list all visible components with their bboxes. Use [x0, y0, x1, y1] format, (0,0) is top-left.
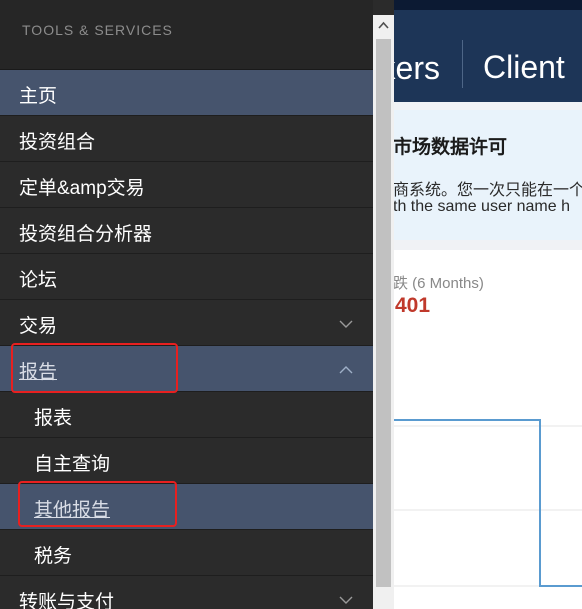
- notice-title: 市场数据许可: [393, 137, 508, 158]
- sidebar-item-label: 投资组合: [19, 132, 96, 153]
- sidebar-title: TOOLS & SERVICES: [22, 22, 173, 38]
- sidebar-item-label: 定单&amp交易: [19, 178, 145, 199]
- chevron-down-icon: [339, 320, 353, 328]
- sidebar-item-label: 投资组合分析器: [19, 224, 153, 245]
- sidebar-item-label: 转账与支付: [19, 592, 115, 609]
- sidebar-item-portfolio-analyzer[interactable]: 投资组合分析器: [0, 208, 373, 254]
- highlight-reports: [11, 343, 178, 393]
- tools-services-sidebar: TOOLS & SERVICES 主页 投资组合 定单&amp交易 投资组合分析…: [0, 0, 394, 609]
- notice-text-line: th the same user name h: [393, 198, 570, 215]
- sidebar-item-orders-trades[interactable]: 定单&amp交易: [0, 162, 373, 208]
- chevron-down-icon: [339, 596, 353, 604]
- sidebar-item-home[interactable]: 主页: [0, 70, 373, 116]
- header-client-link[interactable]: Client: [483, 49, 565, 86]
- sidebar-item-label: 论坛: [19, 270, 58, 291]
- sidebar-scrollbar[interactable]: [373, 15, 394, 609]
- sidebar-item-label: 税务: [34, 546, 73, 567]
- header-divider: [462, 40, 463, 88]
- scroll-up-button[interactable]: [373, 15, 394, 37]
- sidebar-subitem-statements[interactable]: 报表: [0, 392, 373, 438]
- sidebar-item-label: 主页: [19, 86, 58, 107]
- sidebar-item-transfers-payments[interactable]: 转账与支付: [0, 576, 373, 609]
- sidebar-menu: 主页 投资组合 定单&amp交易 投资组合分析器 论坛 交易 报告 报表 自主查…: [0, 70, 373, 609]
- sidebar-item-portfolio[interactable]: 投资组合: [0, 116, 373, 162]
- sidebar-subitem-flex-queries[interactable]: 自主查询: [0, 438, 373, 484]
- sidebar-item-label: 报表: [34, 408, 73, 429]
- highlight-other-reports: [18, 481, 177, 527]
- sidebar-item-label: 自主查询: [34, 454, 111, 475]
- stat-value: 401: [395, 294, 431, 317]
- sidebar-item-trade[interactable]: 交易: [0, 300, 373, 346]
- notice-text-line: 商系统。您一次只能在一个: [393, 182, 582, 199]
- scroll-thumb[interactable]: [376, 39, 391, 587]
- stat-label: 跌 (6 Months): [393, 275, 484, 292]
- sidebar-item-forum[interactable]: 论坛: [0, 254, 373, 300]
- chevron-up-icon: [339, 366, 353, 374]
- sidebar-header: TOOLS & SERVICES: [0, 0, 373, 70]
- chart-line: [394, 419, 582, 587]
- sidebar-subitem-tax[interactable]: 税务: [0, 530, 373, 576]
- sidebar-item-label: 交易: [19, 316, 58, 337]
- scroll-up-arrow-icon: [378, 21, 389, 29]
